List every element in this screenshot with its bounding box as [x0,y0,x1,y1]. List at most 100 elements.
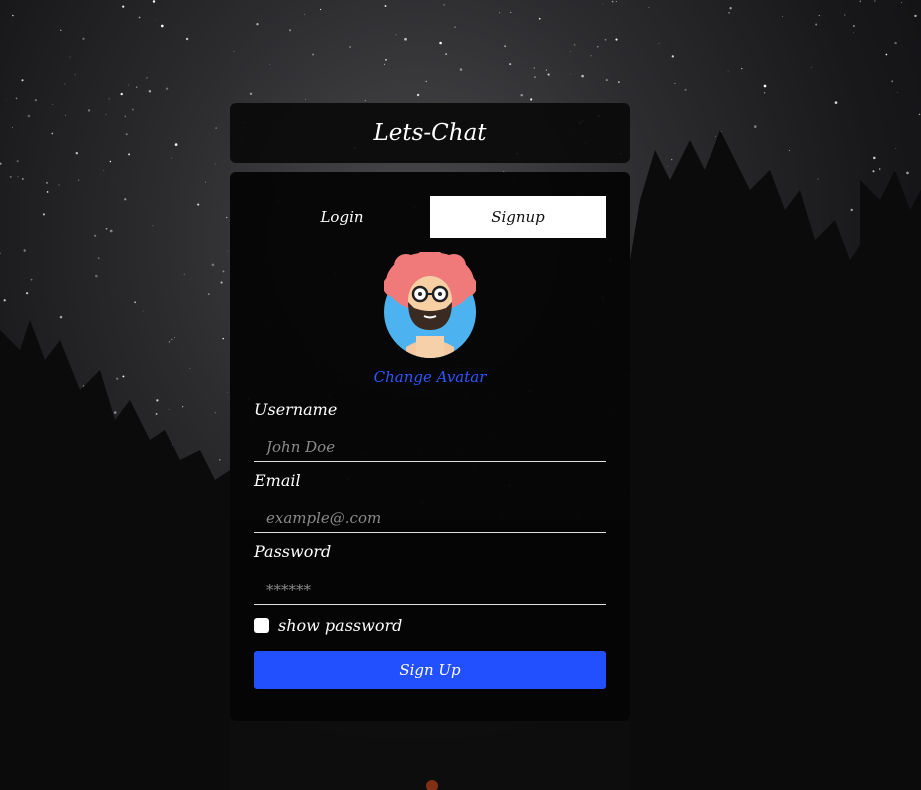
show-password-label: show password [278,616,403,635]
star [3,299,6,302]
star [312,53,315,56]
star [530,98,533,101]
star [658,42,660,44]
star [249,92,253,96]
star [171,157,172,159]
star [17,176,19,178]
star [171,339,173,341]
email-input[interactable] [254,503,606,533]
star [78,179,80,181]
star [320,8,322,11]
star [152,0,156,3]
star [547,73,550,76]
star [182,406,184,408]
star [75,152,78,155]
star [425,80,428,83]
star [51,132,54,135]
star [222,337,224,340]
star [11,127,13,129]
username-label: Username [254,400,338,419]
star [168,341,170,343]
star [64,83,66,85]
star [69,56,71,58]
star [416,93,420,97]
star [753,125,757,128]
star [128,153,131,156]
star [95,274,98,278]
star [728,11,730,14]
star [914,14,917,18]
star [509,63,512,66]
star [138,16,141,19]
star [148,90,152,93]
star [570,73,571,75]
star [205,181,207,183]
star [818,14,820,17]
star [12,14,14,17]
star [815,23,818,26]
username-input[interactable] [254,432,606,462]
show-password-checkbox[interactable] [254,618,269,633]
star [859,0,862,2]
tab-login[interactable]: Login [254,196,430,238]
star [439,41,442,45]
star [269,63,271,65]
star [573,44,576,46]
star [763,92,766,94]
star [155,412,158,415]
star [538,17,541,20]
password-input[interactable] [254,575,606,605]
star [46,191,49,193]
star [60,29,62,32]
star [897,91,899,93]
star [207,293,210,296]
star [364,99,367,102]
star [520,93,523,97]
star [671,55,674,58]
star [534,76,536,78]
star [124,115,127,118]
star [21,177,24,180]
star [122,375,125,378]
star [34,98,38,102]
star [65,114,67,116]
star [125,133,128,136]
star [874,0,876,2]
star [218,458,221,461]
star [197,203,200,206]
star [590,55,592,57]
star [570,51,572,53]
tab-signup[interactable]: Signup [430,196,606,238]
star [42,213,45,216]
star [602,3,604,5]
star [134,301,136,304]
show-password-row: show password [254,616,402,635]
star [459,68,463,71]
star [850,208,853,212]
star [596,45,599,48]
star [817,178,819,180]
star [852,25,855,27]
star [103,170,105,172]
star [82,37,85,41]
sign-up-button[interactable]: Sign Up [254,651,606,689]
star [59,315,63,319]
star [127,84,129,86]
star [109,229,113,233]
star [853,32,854,34]
star [113,411,117,414]
star [510,11,512,14]
star [671,158,673,161]
star [142,310,144,312]
star [52,103,54,105]
star [58,184,60,186]
star [168,408,170,410]
avatar-bearded-man-icon[interactable] [383,246,477,359]
star [93,234,97,237]
star [26,292,29,295]
change-avatar-link[interactable]: Change Avatar [230,368,630,386]
star [214,163,216,165]
star [220,281,223,284]
title-card: Lets-Chat [230,103,630,163]
star [0,162,2,165]
